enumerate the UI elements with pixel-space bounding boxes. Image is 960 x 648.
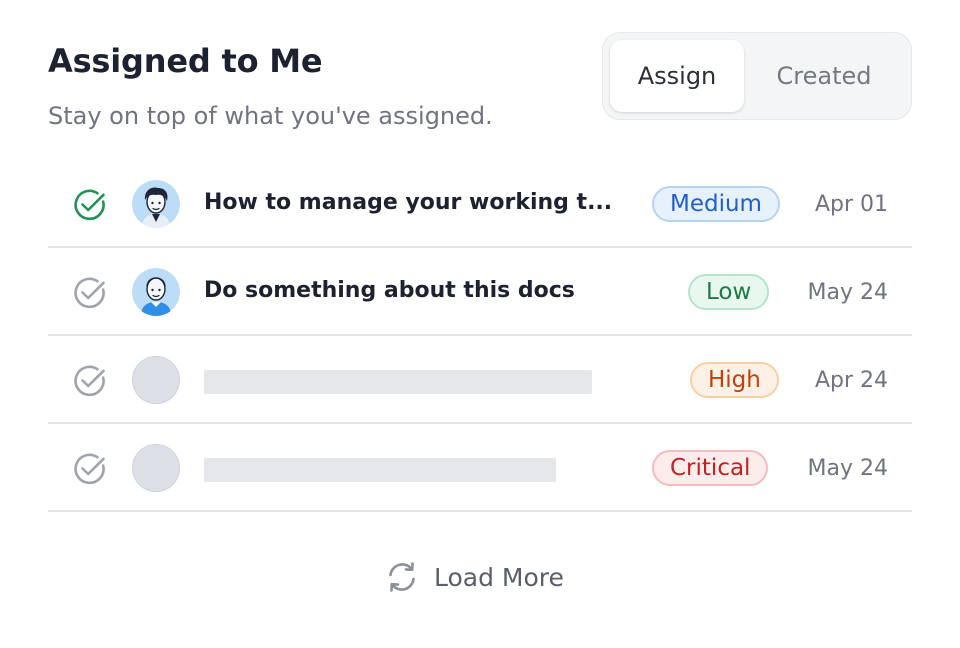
task-row[interactable]: High Apr 24 [48,336,912,424]
due-date: Apr 01 [814,192,888,217]
bald-man-avatar-icon [132,268,180,316]
avatar [132,268,180,316]
load-more-button[interactable]: Load More [384,558,564,596]
tab-created[interactable]: Created [744,40,904,112]
placeholder-avatar-icon [132,444,180,492]
task-row[interactable]: How to manage your working t... Medium A… [48,160,912,248]
task-row[interactable]: Critical May 24 [48,424,912,512]
task-title[interactable]: Do something about this docs [204,278,575,303]
check-circle-icon[interactable] [72,451,108,487]
assigned-tasks-card: Assigned to Me Stay on top of what you'v… [0,0,960,648]
priority-badge-critical: Critical [652,450,769,486]
page-subtitle: Stay on top of what you've assigned. [48,102,493,130]
check-circle-icon[interactable] [72,363,108,399]
priority-badge-high: High [690,362,779,398]
priority-badge-low: Low [688,274,770,310]
load-more-label: Load More [434,562,564,592]
placeholder-avatar-icon [132,356,180,404]
check-circle-icon[interactable] [72,187,108,223]
due-date: May 24 [807,456,888,481]
task-title[interactable]: How to manage your working t... [204,190,612,215]
skeleton-title [204,458,556,482]
view-toggle: Assign Created [602,32,912,120]
priority-badge-medium: Medium [652,186,780,222]
avatar [132,180,180,228]
refresh-icon [389,562,415,592]
tab-assign[interactable]: Assign [610,40,744,112]
due-date: May 24 [807,280,888,305]
check-circle-icon[interactable] [72,275,108,311]
task-list: How to manage your working t... Medium A… [48,160,912,512]
skeleton-title [204,370,592,394]
task-row[interactable]: Do something about this docs Low May 24 [48,248,912,336]
due-date: Apr 24 [814,368,888,393]
dark-haired-man-avatar-icon [132,180,180,228]
page-title: Assigned to Me [48,42,323,80]
